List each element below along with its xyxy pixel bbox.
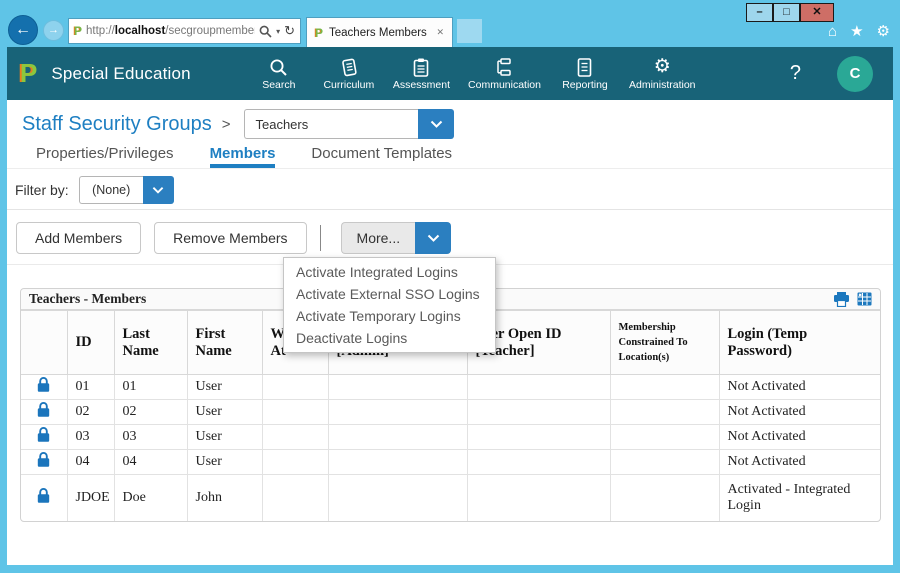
more-dropdown-menu: Activate Integrated Logins Activate Exte… [283,257,496,353]
col-last-name: Last Name [114,311,187,375]
browser-settings-gear-icon[interactable]: ⚙ [877,23,890,41]
table-row[interactable]: 0404User Not Activated [21,450,880,475]
section-tabs: Properties/Privileges Members Document T… [7,144,893,169]
search-icon [269,57,288,77]
minimize-button[interactable]: – [746,3,773,22]
help-button[interactable]: ? [790,62,801,85]
lock-icon[interactable] [36,487,51,504]
breadcrumb-separator: > [222,116,231,133]
menu-item-deactivate-logins[interactable]: Deactivate Logins [284,327,495,349]
group-select-chevron-icon[interactable] [418,109,454,139]
print-icon[interactable] [833,292,850,307]
table-row[interactable]: 0202User Not Activated [21,400,880,425]
more-button-label: More... [341,222,416,254]
nav-search[interactable]: Search [253,57,305,91]
tab-close-icon[interactable]: ✕ [436,27,444,38]
app-logo: P [20,58,37,89]
tab-title: Teachers Members [329,27,430,39]
page-content: Staff Security Groups > Teachers Propert… [7,100,893,565]
app-title: Special Education [51,64,191,84]
table-row[interactable]: 0303User Not Activated [21,425,880,450]
group-select[interactable]: Teachers [244,109,454,139]
window-controls: – □ ✕ [746,3,834,22]
filter-row: Filter by: (None) [7,170,893,210]
nav-administration[interactable]: ⚙ Administration [629,57,696,91]
menu-item-activate-external-sso-logins[interactable]: Activate External SSO Logins [284,283,495,305]
filter-label: Filter by: [15,182,69,198]
add-members-button[interactable]: Add Members [16,222,141,254]
more-button[interactable]: More... [341,222,452,254]
filter-select-chevron-icon[interactable] [143,176,174,204]
lock-icon[interactable] [36,401,51,418]
book-icon [339,57,359,77]
back-button[interactable]: ← [8,15,38,45]
refresh-icon[interactable]: ↻ [284,23,295,39]
group-select-value: Teachers [244,109,418,139]
tab-properties-privileges[interactable]: Properties/Privileges [36,144,174,168]
col-membership: Membership Constrained To Location(s) [610,311,719,375]
browser-window: – □ ✕ ← → P http://localhost/secgroupmem… [0,0,900,573]
col-lock [21,311,67,375]
col-first-name: First Name [187,311,262,375]
address-dropdown-icon[interactable]: ▾ [276,27,280,36]
lock-icon[interactable] [36,451,51,468]
search-url-icon[interactable] [259,25,272,38]
page-title-link[interactable]: Staff Security Groups [22,113,212,136]
forward-button[interactable]: → [43,20,64,41]
filter-select-value: (None) [79,176,143,204]
admin-gear-icon: ⚙ [654,57,671,77]
col-login: Login (Temp Password) [719,311,880,375]
site-favicon-icon: P [74,24,82,38]
report-document-icon [577,57,592,77]
address-bar[interactable]: P http://localhost/secgroupmembers.a ▾ ↻ [68,18,301,44]
table-row[interactable]: JDOEDoeJohn Activated - Integrated Login [21,475,880,521]
main-nav: Search Curriculum Assessment Communicati… [253,57,696,91]
clipboard-icon [413,57,429,77]
tab-members[interactable]: Members [210,144,276,168]
table-title: Teachers - Members [29,291,146,307]
col-id: ID [67,311,114,375]
url-text: http://localhost/secgroupmembers.a [86,25,255,37]
favorites-star-icon[interactable]: ★ [850,23,863,41]
close-button[interactable]: ✕ [800,3,834,22]
lock-icon[interactable] [36,426,51,443]
nav-assessment[interactable]: Assessment [393,57,450,91]
nav-communication[interactable]: Communication [468,57,541,91]
menu-item-activate-temporary-logins[interactable]: Activate Temporary Logins [284,305,495,327]
button-divider [320,225,321,251]
user-avatar[interactable]: C [837,56,873,92]
tab-document-templates[interactable]: Document Templates [311,144,452,168]
nav-reporting[interactable]: Reporting [559,57,611,91]
org-chart-icon [495,57,515,77]
app-header: P Special Education Search Curriculum As… [7,47,893,100]
more-chevron-icon[interactable] [415,222,451,254]
excel-export-icon[interactable] [857,292,872,306]
home-icon[interactable]: ⌂ [828,23,837,41]
filter-select[interactable]: (None) [79,176,174,204]
browser-tab[interactable]: P Teachers Members ✕ [306,17,453,47]
menu-item-activate-integrated-logins[interactable]: Activate Integrated Logins [284,261,495,283]
tab-favicon-icon: P [315,26,323,40]
remove-members-button[interactable]: Remove Members [154,222,306,254]
table-row[interactable]: 0101User Not Activated [21,375,880,400]
maximize-button[interactable]: □ [773,3,800,22]
new-tab-button[interactable] [457,19,482,43]
lock-icon[interactable] [36,376,51,393]
nav-curriculum[interactable]: Curriculum [323,57,375,91]
